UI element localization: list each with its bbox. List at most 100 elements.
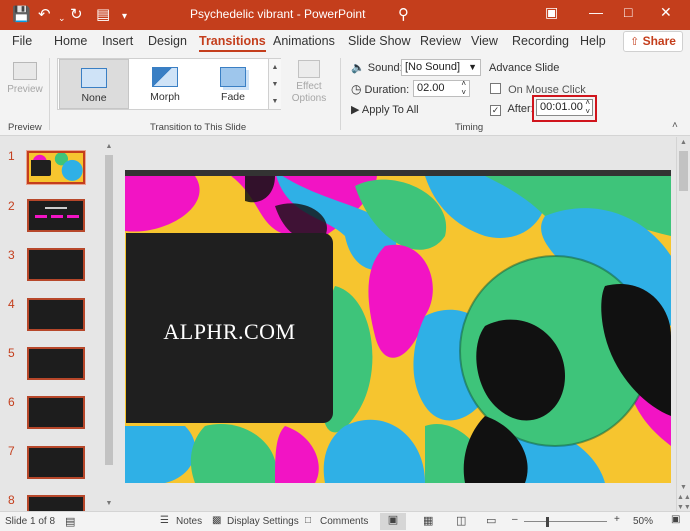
present-icon[interactable]: ▤ (96, 6, 110, 24)
slide-title-box[interactable]: ALPHR.COM (126, 233, 333, 423)
tab-file[interactable]: File (12, 34, 32, 48)
scrollbar-thumb[interactable] (679, 151, 688, 191)
zoom-out-icon[interactable]: – (512, 514, 518, 525)
scroll-up-icon[interactable]: ▲ (103, 143, 115, 150)
main-slide[interactable]: ALPHR.COM (125, 176, 671, 483)
tab-transitions[interactable]: Transitions (199, 34, 266, 52)
after-label: After: (507, 103, 534, 115)
on-mouse-click-checkbox[interactable] (490, 83, 501, 94)
thumbnail-number: 4 (8, 297, 15, 311)
search-icon[interactable]: ⚲ (398, 5, 409, 23)
sound-dropdown[interactable]: [No Sound] ▼ (401, 59, 481, 76)
thumbnail-art (35, 215, 79, 218)
minimize-icon[interactable]: — (589, 4, 603, 20)
after-option[interactable]: ✓ After: (490, 103, 534, 116)
slide-thumbnail-6[interactable] (27, 396, 85, 429)
preview-icon (13, 62, 37, 80)
normal-view-icon[interactable]: ▣ (380, 513, 406, 530)
slide-title-text[interactable]: ALPHR.COM (163, 319, 295, 344)
thumbnail-art (45, 207, 67, 209)
apply-to-all-button[interactable]: ▶ Apply To All (351, 103, 419, 116)
gallery-more-icon[interactable]: ▼ (269, 93, 281, 110)
fit-slide-icon[interactable]: ▣ (671, 514, 680, 525)
comments-button[interactable]: Comments (320, 516, 368, 527)
slide-thumbnail-4[interactable] (27, 298, 85, 331)
tab-help[interactable]: Help (580, 34, 606, 48)
slide-show-icon[interactable]: ▭ (486, 514, 496, 527)
thumbnail-number: 8 (8, 493, 15, 507)
zoom-in-icon[interactable]: + (614, 514, 620, 525)
collapse-ribbon-icon[interactable]: ˄ (672, 120, 678, 131)
tab-animations[interactable]: Animations (273, 34, 335, 48)
share-icon: ⇧ (630, 36, 640, 48)
comments-icon[interactable]: □ (305, 515, 311, 526)
title-bar: 💾 ↶ ⌄ ↻ ▤ ▾ Psychedelic vibrant - PowerP… (0, 0, 690, 30)
gallery-down-icon[interactable]: ▼ (269, 76, 281, 93)
preview-button[interactable]: Preview (5, 58, 45, 106)
thumbnails-scrollbar[interactable]: ▲ ▼ (103, 143, 115, 509)
slide-count: Slide 1 of 8 (5, 516, 56, 527)
notes-icon[interactable]: ☰ (160, 515, 169, 526)
undo-dropdown-icon[interactable]: ⌄ (58, 9, 66, 27)
effect-options-button[interactable]: Effect Options (287, 60, 331, 112)
tab-review[interactable]: Review (420, 34, 461, 48)
transition-none-label: None (81, 92, 107, 104)
transition-fade[interactable]: Fade (198, 59, 268, 109)
undo-icon[interactable]: ↶ (38, 6, 51, 24)
duration-spinner[interactable]: 02.00 ˄ ˅ (413, 79, 470, 97)
share-button[interactable]: ⇧ Share (623, 31, 683, 52)
maximize-icon[interactable]: □ (624, 4, 632, 20)
display-settings-icon[interactable]: ▩ (212, 515, 221, 526)
scroll-down-icon[interactable]: ▼ (103, 500, 115, 507)
transition-fade-label: Fade (221, 91, 245, 103)
sound-label-row: 🔈 Sound: (351, 61, 403, 74)
transition-none[interactable]: None (59, 59, 129, 109)
tab-slide-show[interactable]: Slide Show (348, 34, 411, 48)
scrollbar-thumb[interactable] (105, 155, 113, 465)
advance-slide-label: Advance Slide (489, 62, 560, 74)
reading-view-icon[interactable]: ◫ (456, 514, 466, 527)
tab-recording[interactable]: Recording (512, 34, 569, 48)
effect-options-icon (298, 60, 320, 78)
accessibility-icon[interactable]: ▤ (65, 515, 75, 528)
tab-home[interactable]: Home (54, 34, 87, 48)
ribbon-separator (340, 58, 341, 130)
slide-thumbnail-1[interactable] (27, 151, 85, 184)
highlight-box (532, 95, 597, 122)
tab-view[interactable]: View (471, 34, 498, 48)
save-icon[interactable]: 💾 (12, 6, 31, 24)
notes-button[interactable]: Notes (176, 516, 202, 527)
scroll-up-icon[interactable]: ▲ (677, 139, 690, 146)
zoom-level[interactable]: 50% (633, 516, 653, 527)
after-checkbox[interactable]: ✓ (490, 105, 501, 116)
gallery-up-icon[interactable]: ▲ (269, 59, 281, 76)
fade-transition-icon (220, 67, 246, 87)
slide-thumbnail-8[interactable] (27, 495, 85, 511)
slide-thumbnail-3[interactable] (27, 248, 85, 281)
scroll-down-icon[interactable]: ▼ (677, 484, 690, 491)
zoom-slider-handle[interactable] (546, 517, 549, 527)
morph-transition-icon (152, 67, 178, 87)
thumbnail-title-box (31, 160, 51, 176)
slide-thumbnail-7[interactable] (27, 446, 85, 479)
customize-quick-access-icon[interactable]: ▾ (122, 8, 127, 26)
tab-insert[interactable]: Insert (102, 34, 133, 48)
thumbnail-number: 7 (8, 444, 15, 458)
tab-design[interactable]: Design (148, 34, 187, 48)
slide-thumbnail-5[interactable] (27, 347, 85, 380)
gallery-scroll[interactable]: ▲ ▼ ▼ (268, 59, 281, 109)
display-settings-button[interactable]: Display Settings (227, 516, 299, 527)
redo-icon[interactable]: ↻ (70, 6, 83, 24)
sound-icon: 🔈 (351, 62, 365, 74)
slide-thumbnail-2[interactable] (27, 199, 85, 232)
slide-sorter-icon[interactable]: ▦ (423, 514, 433, 527)
slide-scrollbar[interactable]: ▲ ▼ ▲▲ ▼▼ (676, 137, 690, 511)
ribbon-display-icon[interactable]: ▣ (545, 4, 558, 21)
close-icon[interactable]: ✕ (660, 4, 672, 21)
next-slide-icon[interactable]: ▼▼ (677, 504, 690, 511)
previous-slide-icon[interactable]: ▲▲ (677, 494, 690, 501)
spinner-icon[interactable]: ˄ ˅ (461, 79, 466, 97)
preview-group-label: Preview (8, 122, 42, 133)
zoom-slider[interactable] (524, 521, 607, 522)
transition-morph[interactable]: Morph (130, 59, 200, 109)
